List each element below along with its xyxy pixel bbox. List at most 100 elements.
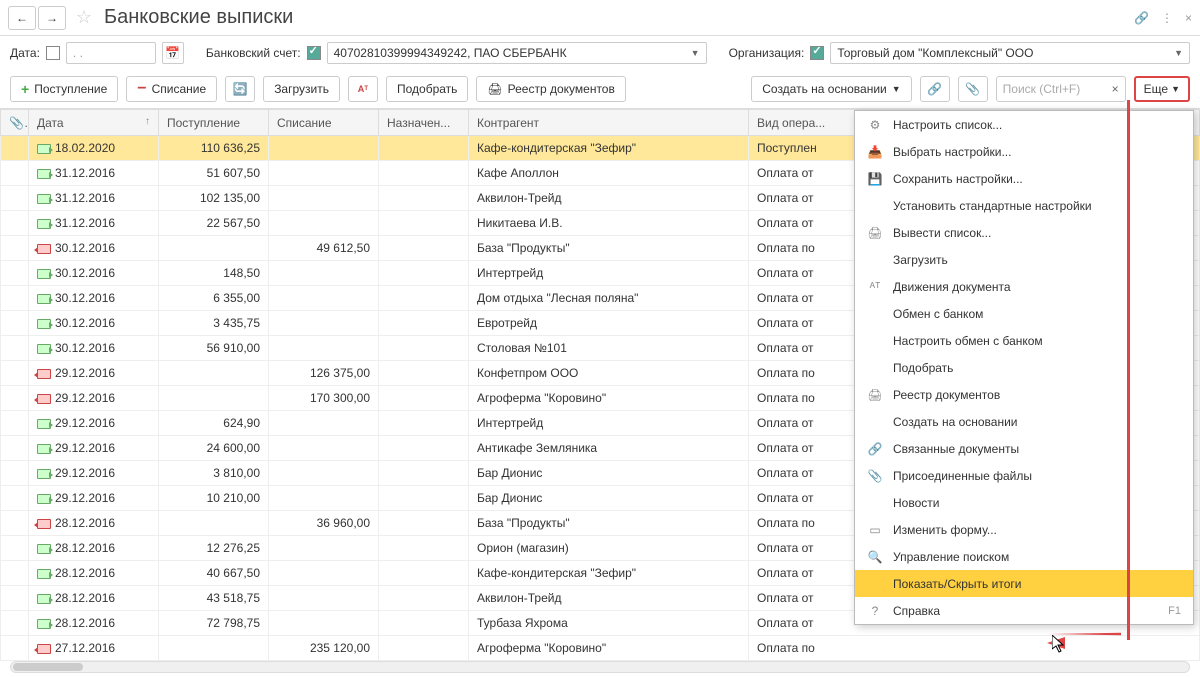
menu-item[interactable]: ⚙ Настроить список... [855, 111, 1193, 138]
direction-icon [37, 169, 51, 179]
menu-icon [867, 414, 883, 430]
menu-item[interactable]: 🔗 Связанные документы [855, 435, 1193, 462]
horizontal-scrollbar[interactable] [10, 661, 1190, 673]
close-icon[interactable]: × [1185, 11, 1192, 25]
menu-icon [867, 576, 883, 592]
load-button[interactable]: Загрузить [263, 76, 340, 102]
menu-item[interactable]: ? Справка F1 [855, 597, 1193, 624]
org-label: Организация: [729, 46, 805, 60]
direction-icon [37, 519, 51, 529]
pick-button[interactable]: Подобрать [386, 76, 468, 102]
account-filter-check[interactable] [307, 46, 321, 60]
direction-icon [37, 394, 51, 404]
menu-item[interactable]: ▭ Изменить форму... [855, 516, 1193, 543]
menu-icon: 💾 [867, 171, 883, 187]
date-filter-check[interactable] [46, 46, 60, 60]
refresh-button[interactable]: 🔄 [225, 76, 255, 102]
chevron-down-icon: ▼ [691, 48, 700, 58]
attach-button[interactable]: 📎 [958, 76, 988, 102]
direction-icon [37, 469, 51, 479]
direction-icon [37, 294, 51, 304]
dt-kt-button[interactable]: Aᵀ [348, 76, 378, 102]
menu-item[interactable]: 🔍 Управление поиском [855, 543, 1193, 570]
account-combo[interactable]: 40702810399994349242, ПАО СБЕРБАНК ▼ [327, 42, 707, 64]
menu-icon: 📎 [867, 468, 883, 484]
menu-item[interactable]: Загрузить [855, 246, 1193, 273]
link-icon[interactable]: 🔗 [1134, 11, 1149, 25]
menu-icon: ᴬᵀ [867, 279, 883, 295]
menu-item[interactable]: 📥 Выбрать настройки... [855, 138, 1193, 165]
menu-item[interactable]: Создать на основании [855, 408, 1193, 435]
org-combo[interactable]: Торговый дом "Комплексный" ООО ▼ [830, 42, 1190, 64]
more-dropdown: ⚙ Настроить список... 📥 Выбрать настройк… [854, 110, 1194, 625]
menu-icon: ▭ [867, 522, 883, 538]
menu-item[interactable]: Новости [855, 489, 1193, 516]
menu-icon [867, 360, 883, 376]
direction-icon [37, 269, 51, 279]
col-out[interactable]: Списание [269, 110, 379, 136]
direction-icon [37, 619, 51, 629]
direction-icon [37, 369, 51, 379]
menu-item[interactable]: 🖨 Вывести список... [855, 219, 1193, 246]
direction-icon [37, 644, 51, 654]
direction-icon [37, 344, 51, 354]
menu-item[interactable]: Настроить обмен с банком [855, 327, 1193, 354]
menu-icon [867, 306, 883, 322]
date-label: Дата: [10, 46, 40, 60]
direction-icon [37, 244, 51, 254]
direction-icon [37, 194, 51, 204]
menu-item[interactable]: Показать/Скрыть итоги [855, 570, 1193, 597]
annotation-arrow-head [1047, 637, 1065, 649]
date-input[interactable]: . . [66, 42, 156, 64]
forward-button[interactable]: → [38, 6, 66, 30]
menu-icon [867, 252, 883, 268]
menu-item[interactable]: Подобрать [855, 354, 1193, 381]
menu-icon: 📥 [867, 144, 883, 160]
star-icon[interactable]: ☆ [72, 6, 96, 30]
menu-icon [867, 333, 883, 349]
org-filter-check[interactable] [810, 46, 824, 60]
menu-icon: 🔍 [867, 549, 883, 565]
kebab-icon[interactable]: ⋮ [1161, 11, 1173, 25]
menu-item[interactable]: 💾 Сохранить настройки... [855, 165, 1193, 192]
menu-item[interactable]: 🖨 Реестр документов [855, 381, 1193, 408]
create-based-button[interactable]: Создать на основании ▼ [751, 76, 911, 102]
search-input[interactable]: Поиск (Ctrl+F) × [996, 76, 1126, 102]
menu-icon: 🔗 [867, 441, 883, 457]
menu-icon: ? [867, 603, 883, 619]
more-button[interactable]: Еще▼ [1134, 76, 1190, 102]
calendar-icon[interactable]: 📅 [162, 42, 184, 64]
menu-icon: ⚙ [867, 117, 883, 133]
col-purpose[interactable]: Назначен... [379, 110, 469, 136]
direction-icon [37, 219, 51, 229]
menu-icon: 🖨 [867, 387, 883, 403]
writeoff-button[interactable]: −Списание [126, 76, 217, 102]
back-button[interactable]: ← [8, 6, 36, 30]
chevron-down-icon: ▼ [1174, 48, 1183, 58]
col-attach[interactable]: 📎 [1, 110, 29, 136]
direction-icon [37, 144, 51, 154]
related-docs-button[interactable]: 🔗 [920, 76, 950, 102]
direction-icon [37, 594, 51, 604]
menu-item[interactable]: Обмен с банком [855, 300, 1193, 327]
registry-button[interactable]: 🖨 Реестр документов [476, 76, 625, 102]
menu-icon [867, 495, 883, 511]
menu-item[interactable]: ᴬᵀ Движения документа [855, 273, 1193, 300]
account-label: Банковский счет: [206, 46, 301, 60]
menu-item[interactable]: Установить стандартные настройки [855, 192, 1193, 219]
menu-icon: 🖨 [867, 225, 883, 241]
direction-icon [37, 444, 51, 454]
direction-icon [37, 319, 51, 329]
direction-icon [37, 544, 51, 554]
col-date[interactable]: Дата↑ [29, 110, 159, 136]
menu-icon [867, 198, 883, 214]
col-contra[interactable]: Контрагент [469, 110, 749, 136]
direction-icon [37, 569, 51, 579]
col-in[interactable]: Поступление [159, 110, 269, 136]
receipt-button[interactable]: +Поступление [10, 76, 118, 102]
clear-search-icon[interactable]: × [1112, 82, 1119, 96]
direction-icon [37, 419, 51, 429]
menu-item[interactable]: 📎 Присоединенные файлы [855, 462, 1193, 489]
table-row[interactable]: 27.12.2016 235 120,00 Агроферма "Коровин… [1, 636, 1200, 661]
direction-icon [37, 494, 51, 504]
